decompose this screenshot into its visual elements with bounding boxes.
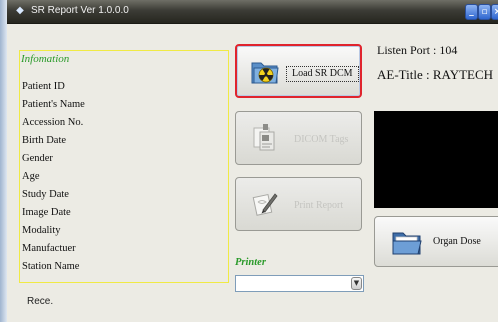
desktop-edge <box>0 0 7 322</box>
label-station-name: Station Name <box>22 261 80 272</box>
dicom-tags-label: DICOM Tags <box>294 134 349 145</box>
load-sr-dcm-label: Load SR DCM <box>286 66 359 82</box>
load-sr-dcm-button[interactable]: Load SR DCM <box>235 44 362 98</box>
printer-select[interactable]: ▼ <box>235 275 364 292</box>
printer-label: Printer <box>235 257 266 268</box>
label-gender: Gender <box>22 153 53 164</box>
folder-icon <box>392 232 422 255</box>
label-image-date: Image Date <box>22 207 71 218</box>
label-accession-no: Accession No. <box>22 117 84 128</box>
image-viewer <box>374 111 498 208</box>
maximize-icon[interactable]: ▫ <box>478 4 491 20</box>
app-diamond-icon: ◆ <box>16 5 24 16</box>
minimize-icon[interactable]: _ <box>465 4 478 20</box>
dicom-tags-button[interactable]: DICOM Tags <box>235 111 362 165</box>
app-window: ◆ SR Report Ver 1.0.0.0 _ ▫ × Infomation… <box>7 0 498 322</box>
label-age: Age <box>22 171 40 182</box>
label-patient-id: Patient ID <box>22 81 65 92</box>
ae-title-text: AE-Title : RAYTECH <box>377 67 494 82</box>
organ-dose-label: Organ Dose <box>433 236 481 247</box>
label-manufacturer: Manufactuer <box>22 243 76 254</box>
document-icon <box>253 124 275 151</box>
label-study-date: Study Date <box>22 189 69 200</box>
organ-dose-button[interactable]: Organ Dose <box>374 216 498 267</box>
information-title: Infomation <box>21 53 70 65</box>
radiation-folder-icon <box>251 62 279 84</box>
window-title: SR Report Ver 1.0.0.0 <box>31 5 129 16</box>
status-text: Rece. <box>27 296 54 307</box>
print-report-button[interactable]: Print Report <box>235 177 362 231</box>
print-report-label: Print Report <box>294 200 344 211</box>
close-icon[interactable]: × <box>491 4 498 20</box>
label-modality: Modality <box>22 225 61 236</box>
title-bar[interactable]: ◆ SR Report Ver 1.0.0.0 _ ▫ × <box>7 0 498 24</box>
label-birth-date: Birth Date <box>22 135 67 146</box>
chevron-down-icon[interactable]: ▼ <box>351 277 362 290</box>
label-patient-name: Patient's Name <box>22 99 85 110</box>
listen-port-text: Listen Port : 104 <box>377 43 458 57</box>
pen-document-icon <box>252 193 278 216</box>
